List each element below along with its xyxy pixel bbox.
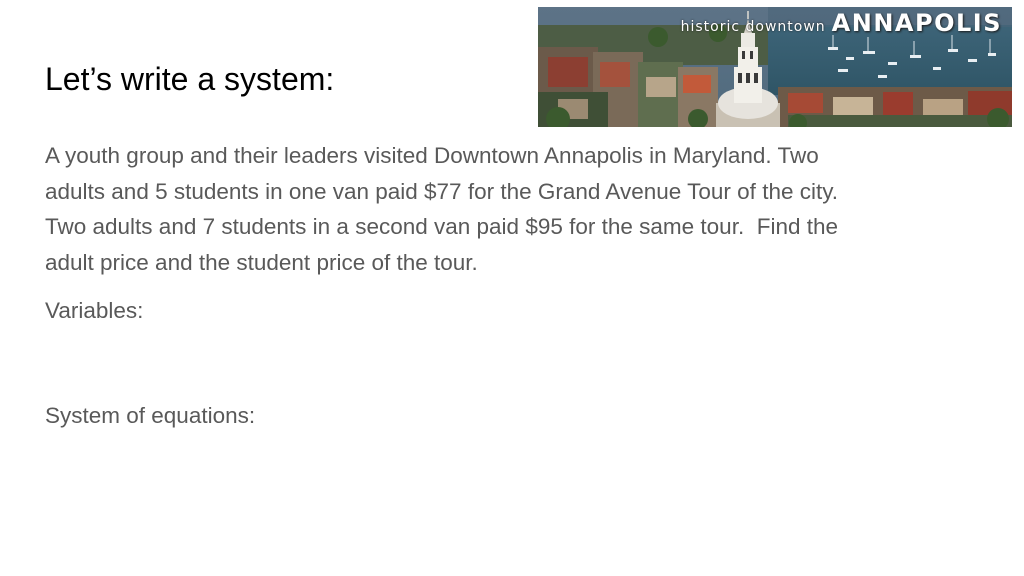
- word-problem-text: A youth group and their leaders visited …: [45, 138, 985, 280]
- annapolis-banner-image: historic downtown ANNAPOLIS: [538, 7, 1012, 127]
- problem-line: A youth group and their leaders visited …: [45, 143, 819, 168]
- problem-line: Two adults and 7 students in a second va…: [45, 214, 839, 239]
- banner-caption: historic downtown ANNAPOLIS: [681, 9, 1002, 37]
- variables-label: Variables:: [45, 298, 144, 323]
- slide: Let’s write a system: historic downtown …: [0, 0, 1024, 576]
- problem-line: adults and 5 students in one van paid $7…: [45, 178, 839, 204]
- problem-line: adult price and the student price of the…: [45, 249, 478, 275]
- banner-city-name: ANNAPOLIS: [831, 9, 1002, 37]
- slide-title: Let’s write a system:: [45, 61, 335, 97]
- banner-small-text: historic downtown: [680, 19, 826, 35]
- system-of-equations-label: System of equations:: [45, 403, 256, 428]
